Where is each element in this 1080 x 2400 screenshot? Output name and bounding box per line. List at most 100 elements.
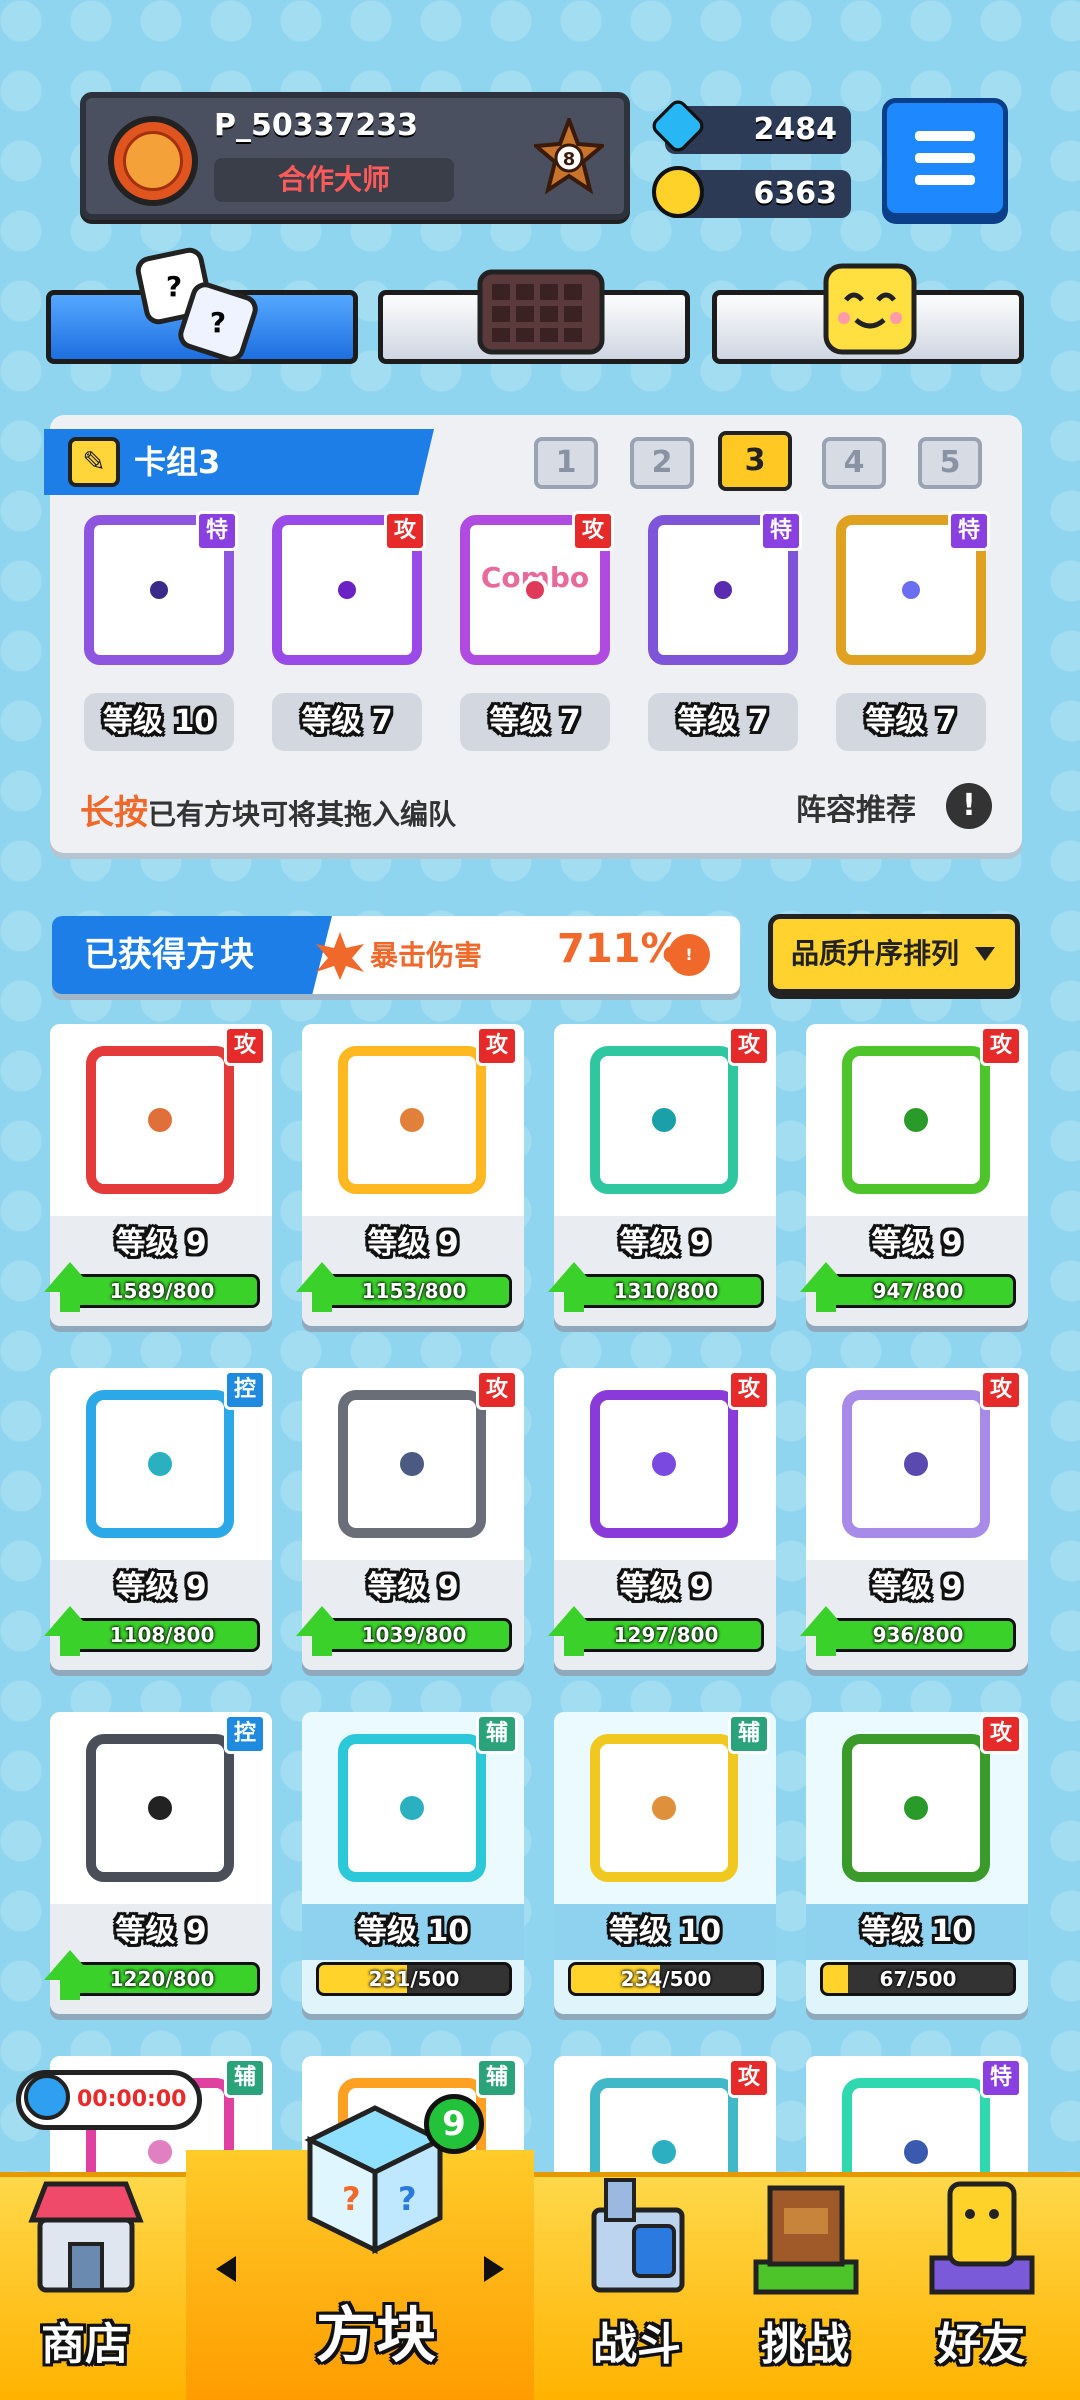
block-core [400, 1796, 424, 1820]
block-core [710, 577, 736, 603]
deck-card-level: 等级 7 [272, 693, 422, 751]
block-card[interactable]: 攻等级 9 1153/800 [296, 1024, 524, 1326]
rank-star-icon[interactable]: 8 [534, 118, 604, 198]
nav-shop-label: 商店 [41, 2319, 129, 2370]
player-profile-card[interactable]: P_50337233 合作大师 8 [80, 92, 630, 220]
block-core [652, 1796, 676, 1820]
nav-blocks-label: 方块 [316, 2301, 436, 2371]
rank-number: 8 [563, 149, 576, 170]
pencil-icon[interactable]: ✎ [68, 437, 120, 487]
deck-card-level: 等级 7 [836, 693, 986, 751]
nav-battle[interactable]: 战斗 [552, 2170, 722, 2400]
owned-title: 已获得方块 [52, 916, 332, 994]
upgrade-arrow-icon[interactable] [44, 1950, 96, 2000]
upgrade-arrow-icon[interactable] [548, 1262, 600, 1312]
block-card[interactable]: 控等级 9 1220/800 [44, 1712, 272, 2014]
upgrade-arrow-icon[interactable] [44, 1262, 96, 1312]
deck-page-1[interactable]: 1 [534, 437, 598, 489]
upgrade-progress-bar: 234/500 [568, 1962, 764, 1996]
type-badge: 特 [980, 2058, 1022, 2098]
nav-challenge[interactable]: 挑战 [720, 2170, 890, 2400]
upgrade-arrow-icon[interactable] [800, 1262, 852, 1312]
lineup-recommend-label[interactable]: 阵容推荐 [796, 785, 916, 829]
deck-panel: 卡组3 ✎ 1 2 3 4 5 长按已有方块可将其拖入编队 阵容推荐 ! 特等级… [44, 415, 1022, 853]
info-icon[interactable]: ! [946, 783, 992, 829]
ice-block-icon [86, 1390, 234, 1538]
block-card[interactable]: 攻等级 10 67/500 [806, 1712, 1028, 2014]
player-avatar[interactable] [108, 116, 198, 206]
svg-text:?: ? [342, 2180, 361, 2218]
block-card[interactable]: 攻等级 9 1589/800 [44, 1024, 272, 1326]
block-card[interactable]: 攻等级 9 947/800 [800, 1024, 1028, 1326]
nav-friends[interactable]: 好友 [896, 2170, 1066, 2400]
hint-text: 已有方块可将其拖入编队 [148, 798, 457, 831]
shop-icon [28, 2181, 144, 2293]
deck-page-2[interactable]: 2 [630, 437, 694, 489]
block-card[interactable]: 攻等级 9 1310/800 [548, 1024, 776, 1326]
type-badge: 攻 [572, 511, 614, 551]
type-badge: 攻 [476, 1370, 518, 1410]
type-badge: 攻 [728, 2058, 770, 2098]
block-card[interactable]: 控等级 9 1108/800 [44, 1368, 272, 1670]
upgrade-arrow-icon[interactable] [296, 1606, 348, 1656]
block-card[interactable]: 攻等级 9 1039/800 [296, 1368, 524, 1670]
upgrade-progress-bar: 231/500 [316, 1962, 512, 1996]
deck-page-3[interactable]: 3 [718, 431, 792, 491]
deck-page-5[interactable]: 5 [918, 437, 982, 489]
block-core [400, 1452, 424, 1476]
block-card[interactable]: 辅等级 10 231/500 [302, 1712, 524, 2014]
block-core [652, 1452, 676, 1476]
handshake-icon [123, 131, 183, 191]
owned-blocks-bar: 已获得方块 暴击伤害 711% ! [52, 916, 740, 994]
type-badge: 攻 [980, 1026, 1022, 1066]
block-level: 等级 10 [554, 1904, 776, 1960]
coin-icon [652, 166, 704, 218]
type-badge: 特 [760, 511, 802, 551]
block-core [148, 1796, 172, 1820]
type-badge: 辅 [224, 2058, 266, 2098]
poison-block-icon [842, 1046, 990, 1194]
deck-page-4[interactable]: 4 [822, 437, 886, 489]
type-badge: 辅 [728, 1714, 770, 1754]
upgrade-arrow-icon[interactable] [800, 1606, 852, 1656]
type-badge: 攻 [728, 1370, 770, 1410]
sort-dropdown[interactable]: 品质升序排列 [768, 914, 1020, 994]
block-card[interactable]: 攻等级 9 936/800 [800, 1368, 1028, 1670]
block-core [146, 577, 172, 603]
nav-shop[interactable]: 商店 [0, 2170, 170, 2400]
block-card[interactable]: 辅等级 10 234/500 [554, 1712, 776, 2014]
mystery-block-icon [842, 1390, 990, 1538]
block-core [148, 1452, 172, 1476]
dice-icon: ? ? [135, 247, 258, 362]
svg-text:?: ? [398, 2180, 417, 2218]
type-badge: 攻 [476, 1026, 518, 1066]
type-badge: 攻 [224, 1026, 266, 1066]
block-core [652, 1108, 676, 1132]
block-core [334, 577, 360, 603]
arrow-left-icon[interactable] [216, 2256, 236, 2282]
upgrade-arrow-icon[interactable] [296, 1262, 348, 1312]
deck-card-level: 等级 10 [84, 693, 234, 751]
progress-text: 231/500 [368, 1967, 460, 1991]
nav-challenge-label: 挑战 [761, 2319, 849, 2370]
sort-label: 品质升序排列 [791, 937, 960, 970]
block-core [904, 2140, 928, 2164]
deck-card-level: 等级 7 [648, 693, 798, 751]
type-badge: 攻 [384, 511, 426, 551]
block-card[interactable]: 攻等级 9 1297/800 [548, 1368, 776, 1670]
block-core [904, 1796, 928, 1820]
hint-prefix: 长按 [80, 793, 148, 833]
grid-board-icon [477, 269, 605, 355]
nav-friends-label: 好友 [937, 2319, 1025, 2370]
upgrade-arrow-icon[interactable] [44, 1606, 96, 1656]
crit-damage-label: 暴击伤害 [370, 939, 483, 972]
upgrade-arrow-icon[interactable] [548, 1606, 600, 1656]
crit-info-icon[interactable]: ! [668, 934, 710, 976]
arrow-right-icon[interactable] [484, 2256, 504, 2282]
type-badge: 控 [224, 1714, 266, 1754]
castle-icon [591, 2178, 685, 2293]
menu-button[interactable] [882, 98, 1008, 218]
svg-text:?: ? [210, 306, 226, 339]
block-core [904, 1108, 928, 1132]
type-badge: 特 [948, 511, 990, 551]
